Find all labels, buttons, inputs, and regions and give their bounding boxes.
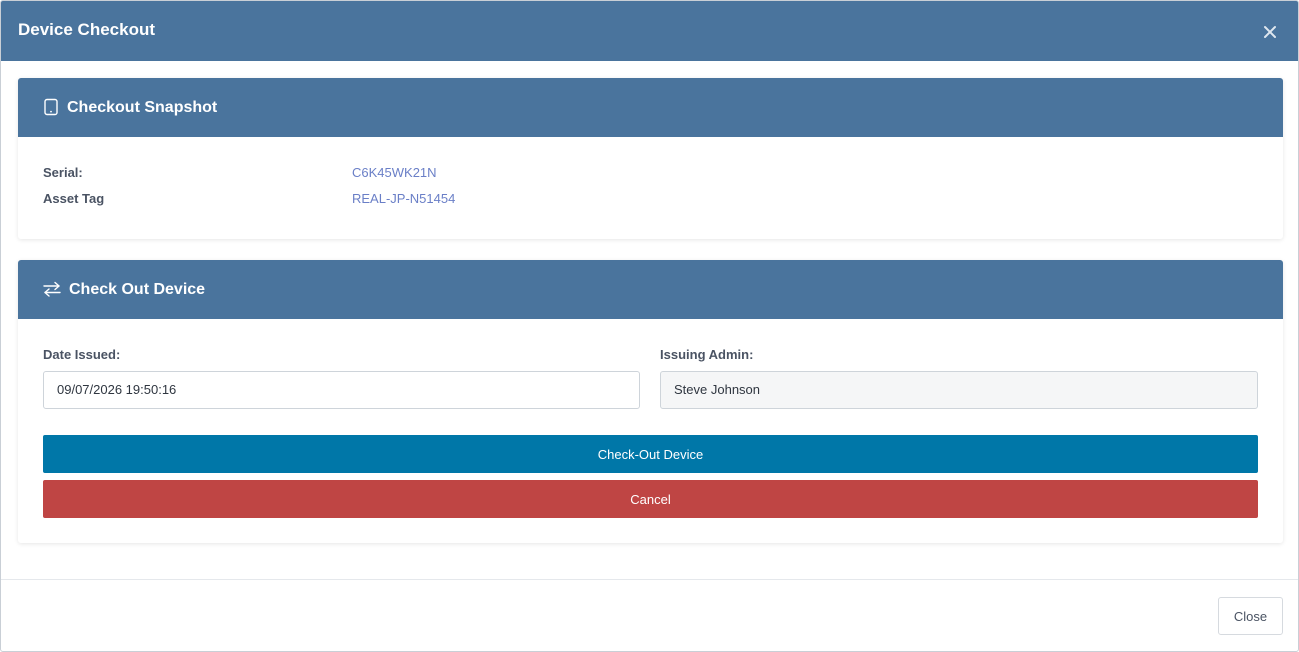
check-out-device-header: Check Out Device: [18, 260, 1283, 319]
issuing-admin-label: Issuing Admin:: [660, 347, 754, 362]
footer-divider: [1, 579, 1298, 580]
modal-header: Device Checkout: [1, 1, 1298, 61]
check-out-device-card: Check Out Device Date Issued: 09/07/2026…: [18, 260, 1283, 543]
checkout-snapshot-title: Checkout Snapshot: [67, 99, 218, 116]
modal-title: Device Checkout: [18, 20, 155, 39]
checkout-snapshot-header: Checkout Snapshot: [18, 78, 1283, 137]
serial-value: C6K45WK21N: [352, 165, 437, 180]
asset-tag-value: REAL-JP-N51454: [352, 191, 456, 206]
issuing-admin-field[interactable]: Steve Johnson: [660, 371, 1258, 409]
checkout-snapshot-card: Checkout Snapshot Serial: C6K45WK21N Ass…: [18, 78, 1283, 239]
check-out-device-button[interactable]: Check-Out Device: [43, 435, 1258, 473]
close-button[interactable]: Close: [1218, 597, 1283, 635]
cancel-button[interactable]: Cancel: [43, 480, 1258, 518]
date-issued-label: Date Issued:: [43, 347, 121, 362]
close-icon[interactable]: [1260, 21, 1280, 41]
date-issued-field[interactable]: 09/07/2026 19:50:16: [43, 371, 640, 409]
tablet-icon: [42, 98, 60, 116]
swap-arrows-icon: [42, 280, 62, 298]
device-checkout-modal: Device Checkout Checkout Snapshot Serial…: [0, 0, 1299, 652]
check-out-device-title: Check Out Device: [69, 281, 206, 298]
asset-tag-label: Asset Tag: [43, 191, 105, 206]
serial-label: Serial:: [43, 165, 83, 180]
